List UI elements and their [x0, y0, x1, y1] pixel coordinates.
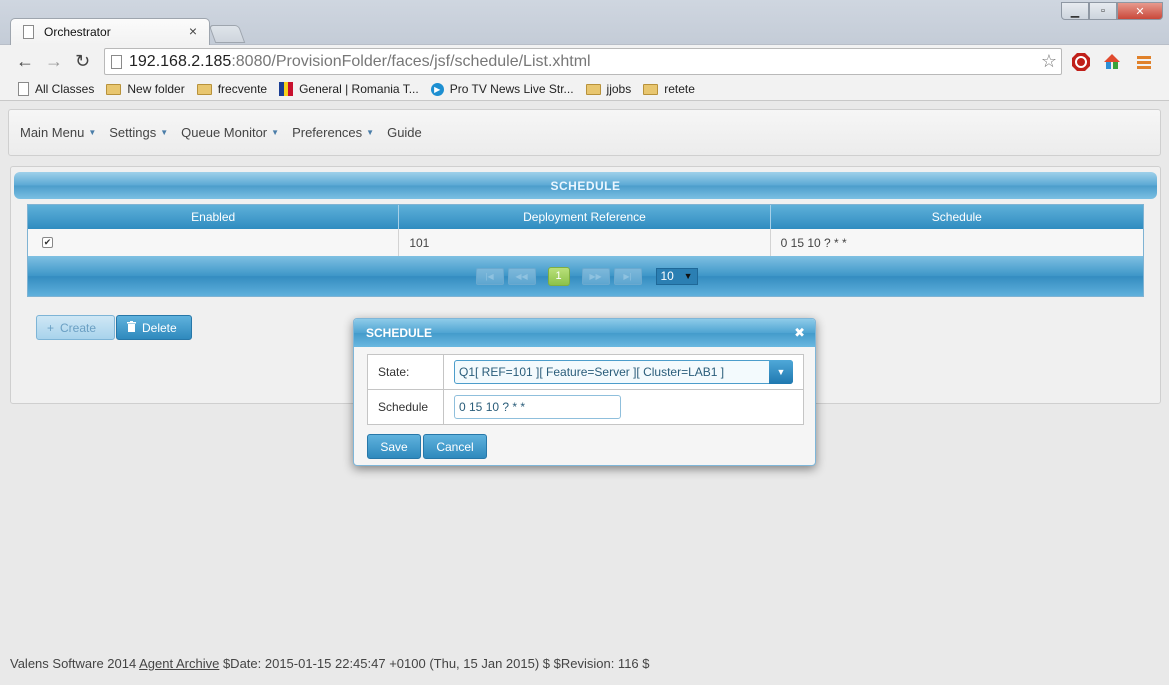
page-icon [111, 55, 122, 69]
menu-main-menu[interactable]: Main Menu ▼ [20, 125, 96, 140]
column-header-schedule[interactable]: Schedule [771, 205, 1143, 229]
maximize-button[interactable]: ▫ [1089, 2, 1117, 20]
menu-hamburger-icon[interactable] [1134, 52, 1154, 72]
state-select[interactable]: Q1[ REF=101 ][ Feature=Server ][ Cluster… [454, 360, 793, 384]
table-header: Enabled Deployment Reference Schedule [28, 205, 1143, 229]
cell-reference: 101 [399, 229, 771, 256]
create-button[interactable]: + Create [36, 315, 115, 340]
main-menubar: Main Menu ▼ Settings ▼ Queue Monitor ▼ Pref… [8, 109, 1161, 156]
browser-titlebar: Orchestrator × ▁ ▫ ✕ [0, 0, 1169, 45]
circle-play-icon: ▶ [430, 82, 444, 96]
page-number-button[interactable]: 1 [547, 266, 570, 286]
form-row-state: State: Q1[ REF=101 ][ Feature=Server ][ … [368, 355, 803, 390]
last-page-button[interactable]: ▶| [613, 267, 642, 285]
delete-button[interactable]: Delete [116, 315, 192, 340]
new-tab-button[interactable] [208, 25, 246, 43]
table-row[interactable]: ✔ 101 0 15 10 ? * * [28, 229, 1143, 256]
schedule-table: Enabled Deployment Reference Schedule ✔ … [27, 204, 1144, 297]
browser-tab[interactable]: Orchestrator × [10, 18, 210, 45]
folder-icon [106, 83, 122, 95]
caret-down-icon: ▼ [683, 270, 693, 281]
dialog-title: SCHEDULE [366, 326, 433, 340]
prev-page-button[interactable]: ◀◀ [507, 267, 536, 285]
tab-title: Orchestrator [44, 25, 111, 39]
page-icon [23, 25, 34, 39]
footer: Valens Software 2014 Agent Archive $Date… [10, 656, 650, 671]
rows-per-page-select[interactable]: 10 ▼ [655, 267, 698, 285]
menu-settings[interactable]: Settings ▼ [109, 125, 168, 140]
caret-down-icon: ▼ [160, 128, 169, 137]
menu-guide[interactable]: Guide [387, 125, 422, 140]
chevron-down-icon[interactable]: ▼ [769, 360, 793, 384]
form-row-schedule: Schedule [368, 390, 803, 424]
caret-down-icon: ▼ [88, 128, 97, 137]
schedule-label: Schedule [368, 390, 444, 424]
bookmark-item[interactable]: retete [643, 82, 695, 96]
reload-icon[interactable]: ↻ [75, 51, 90, 72]
flag-icon [279, 82, 294, 96]
bookmark-item[interactable]: jjobs [585, 82, 631, 96]
home-extension-icon[interactable] [1102, 52, 1122, 72]
panel-title: SCHEDULE [14, 172, 1157, 199]
trash-icon [127, 320, 136, 335]
enabled-checkbox[interactable]: ✔ [42, 237, 53, 248]
column-header-reference[interactable]: Deployment Reference [399, 205, 771, 229]
back-arrow-icon[interactable]: ← [16, 51, 34, 72]
adblock-extension-icon[interactable] [1071, 52, 1091, 72]
schedule-input[interactable] [454, 395, 621, 419]
bookmark-item[interactable]: General | Romania T... [279, 82, 419, 96]
next-page-button[interactable]: ▶▶ [581, 267, 610, 285]
state-cell: Q1[ REF=101 ][ Feature=Server ][ Cluster… [444, 355, 803, 389]
bookmark-item[interactable]: frecvente [196, 82, 267, 96]
page-icon [18, 82, 29, 96]
folder-icon [585, 83, 601, 95]
cell-schedule: 0 15 10 ? * * [780, 235, 847, 250]
address-bar[interactable]: 192.168.2.185:8080/ProvisionFolder/faces… [104, 48, 1062, 75]
bookmark-item[interactable]: ▶ Pro TV News Live Str... [430, 82, 574, 96]
window-controls: ▁ ▫ ✕ [1061, 2, 1163, 20]
browser-toolbar: ← → ↻ 192.168.2.185:8080/ProvisionFolder… [0, 45, 1169, 78]
caret-down-icon: ▼ [271, 128, 280, 137]
first-page-button[interactable]: |◀ [475, 267, 504, 285]
close-icon[interactable]: ✖ [794, 325, 805, 341]
state-label: State: [368, 355, 444, 389]
paginator: |◀ ◀◀ 1 ▶▶ ▶| 10 ▼ [28, 256, 1143, 296]
schedule-dialog: SCHEDULE ✖ State: Q1[ REF=101 ][ Feature… [353, 318, 816, 466]
bookmarks-bar: All Classes New folder frecvente General… [0, 78, 1169, 101]
folder-icon [196, 83, 212, 95]
dialog-header: SCHEDULE ✖ [354, 319, 815, 347]
cancel-button[interactable]: Cancel [423, 434, 487, 459]
cell-enabled: ✔ [28, 229, 400, 256]
folder-icon [643, 83, 659, 95]
bookmark-item[interactable]: New folder [106, 82, 185, 96]
schedule-cell [444, 390, 803, 424]
close-window-button[interactable]: ✕ [1117, 2, 1163, 20]
save-button[interactable]: Save [367, 434, 421, 459]
minimize-button[interactable]: ▁ [1061, 2, 1089, 20]
dialog-form: State: Q1[ REF=101 ][ Feature=Server ][ … [367, 354, 804, 425]
caret-down-icon: ▼ [366, 128, 375, 137]
menu-queue-monitor[interactable]: Queue Monitor ▼ [181, 125, 279, 140]
forward-arrow-icon[interactable]: → [45, 51, 63, 72]
bookmark-item[interactable]: All Classes [18, 82, 94, 96]
menu-preferences[interactable]: Preferences ▼ [292, 125, 374, 140]
plus-icon: + [47, 320, 55, 335]
agent-archive-link[interactable]: Agent Archive [139, 656, 219, 671]
column-header-enabled[interactable]: Enabled [28, 205, 400, 229]
address-url: 192.168.2.185:8080/ProvisionFolder/faces… [129, 53, 591, 70]
bookmark-star-icon[interactable]: ☆ [1041, 51, 1057, 72]
tab-close-icon[interactable]: × [189, 23, 197, 39]
